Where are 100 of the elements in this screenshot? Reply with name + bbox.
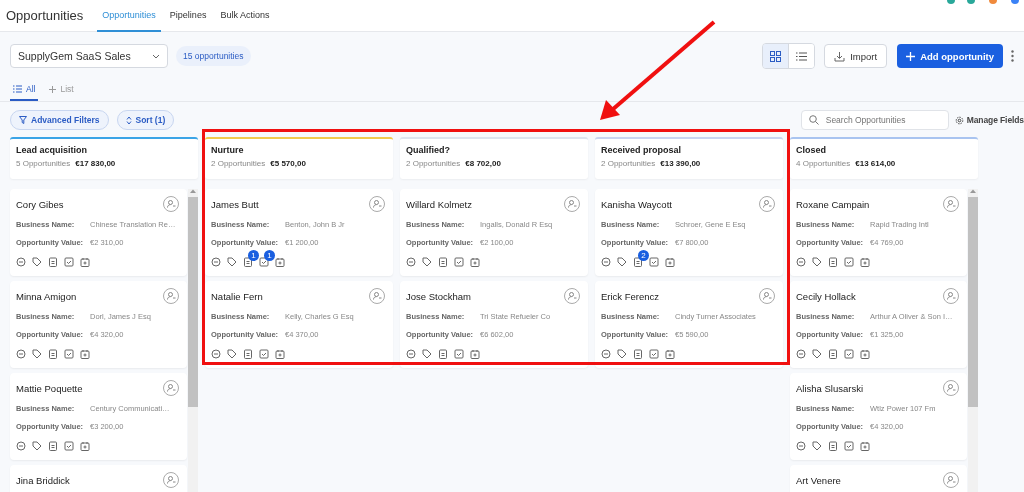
tag-icon[interactable] [617, 349, 627, 359]
stage-title: Lead acquisition [16, 145, 88, 155]
contact-name: Roxane Campain [796, 198, 870, 210]
contact-name: James Butt [211, 198, 259, 210]
tag-icon[interactable] [617, 257, 627, 267]
add-opportunity-button[interactable]: Add opportunity [897, 44, 1003, 68]
stage-title: Received proposal [601, 145, 683, 155]
calendar-icon[interactable] [80, 349, 90, 359]
stage-total: €13 614,00 [855, 159, 896, 168]
tag-icon[interactable] [32, 441, 42, 451]
nav-tab[interactable]: Bulk Actions [215, 0, 275, 32]
chat-bubble-icon[interactable] [16, 349, 26, 359]
opportunity-card[interactable]: Art Venere [790, 465, 967, 492]
contact-name: Erick Ferencz [601, 290, 660, 302]
note-icon[interactable] [243, 349, 253, 359]
contact-name: Jose Stockham [406, 290, 471, 302]
calendar-icon[interactable] [275, 349, 285, 359]
calendar-icon[interactable] [80, 441, 90, 451]
search-field[interactable]: Search Opportunities [800, 110, 949, 130]
checkbox-icon[interactable] [649, 349, 659, 359]
checkbox-icon[interactable] [844, 441, 854, 451]
note-icon[interactable] [48, 349, 58, 359]
chat-bubble-icon[interactable] [16, 257, 26, 267]
stage-count: 2 Opportunities [211, 159, 266, 168]
chat-bubble-icon[interactable] [796, 257, 806, 267]
note-icon[interactable] [438, 349, 448, 359]
more-options-icon[interactable] [1011, 50, 1014, 62]
checkbox-icon[interactable] [259, 349, 269, 359]
scrollbar[interactable] [968, 189, 978, 492]
plus-icon [906, 51, 916, 61]
checkbox-icon[interactable] [649, 257, 659, 267]
contact-name: Minna Amigon [16, 290, 77, 302]
pipeline-dropdown[interactable]: SupplyGem SaaS Sales [10, 44, 168, 68]
list-tab[interactable]: All [10, 79, 39, 101]
checkbox-icon[interactable] [844, 349, 854, 359]
scrollbar[interactable] [188, 189, 198, 492]
nav-tab[interactable]: Opportunities [97, 0, 161, 32]
view-toggle-button[interactable] [763, 44, 789, 68]
contact-name: Jina Briddick [16, 474, 70, 486]
calendar-icon[interactable] [275, 257, 285, 267]
tag-icon[interactable] [812, 257, 822, 267]
calendar-icon[interactable] [470, 349, 480, 359]
chat-bubble-icon[interactable] [406, 257, 416, 267]
chat-bubble-icon[interactable] [406, 349, 416, 359]
note-icon[interactable] [243, 257, 253, 267]
tag-icon[interactable] [32, 349, 42, 359]
chat-bubble-icon[interactable] [211, 349, 221, 359]
calendar-icon[interactable] [665, 257, 675, 267]
nav-tab[interactable]: Pipelines [164, 0, 212, 32]
checkbox-icon[interactable] [64, 441, 74, 451]
calendar-icon[interactable] [470, 257, 480, 267]
checkbox-icon[interactable] [454, 257, 464, 267]
tag-icon[interactable] [812, 441, 822, 451]
checkbox-icon[interactable] [64, 349, 74, 359]
count-badge: 2 [638, 250, 649, 261]
opportunity-card[interactable]: Jina Briddick [10, 465, 187, 492]
checkbox-icon[interactable] [844, 257, 854, 267]
advanced-filters-button[interactable]: Advanced Filters [10, 110, 109, 130]
note-icon[interactable] [633, 257, 643, 267]
stage-count: 2 Opportunities [601, 159, 656, 168]
chat-bubble-icon[interactable] [601, 257, 611, 267]
chat-bubble-icon[interactable] [796, 349, 806, 359]
contact-name: Alisha Slusarski [796, 382, 864, 394]
stage-count: 2 Opportunities [406, 159, 461, 168]
note-icon[interactable] [828, 349, 838, 359]
manage-fields-button[interactable]: Manage Fields [954, 115, 1024, 125]
note-icon[interactable] [633, 349, 643, 359]
view-toggle-button[interactable] [788, 44, 815, 68]
stage-title: Qualified? [406, 145, 451, 155]
sort-button[interactable]: Sort (1) [116, 110, 175, 130]
checkbox-icon[interactable] [454, 349, 464, 359]
caret-up-icon [970, 189, 976, 193]
calendar-icon[interactable] [860, 441, 870, 451]
tag-icon[interactable] [227, 257, 237, 267]
tag-icon[interactable] [422, 349, 432, 359]
chat-bubble-icon[interactable] [796, 441, 806, 451]
calendar-icon[interactable] [665, 349, 675, 359]
checkbox-icon[interactable] [259, 257, 269, 267]
checkbox-icon[interactable] [64, 257, 74, 267]
count-badge: 1 [264, 250, 275, 261]
note-icon[interactable] [828, 257, 838, 267]
note-icon[interactable] [48, 257, 58, 267]
calendar-icon[interactable] [860, 257, 870, 267]
calendar-icon[interactable] [80, 257, 90, 267]
tag-icon[interactable] [422, 257, 432, 267]
chat-bubble-icon[interactable] [16, 441, 26, 451]
import-button[interactable]: Import [824, 44, 888, 68]
chat-bubble-icon[interactable] [601, 349, 611, 359]
stage-title: Closed [796, 145, 827, 155]
stage-title: Nurture [211, 145, 245, 155]
note-icon[interactable] [828, 441, 838, 451]
tag-icon[interactable] [32, 257, 42, 267]
chat-bubble-icon[interactable] [211, 257, 221, 267]
calendar-icon[interactable] [860, 349, 870, 359]
stage-count: 4 Opportunities [796, 159, 851, 168]
note-icon[interactable] [438, 257, 448, 267]
note-icon[interactable] [48, 441, 58, 451]
list-icon [796, 51, 808, 61]
tag-icon[interactable] [227, 349, 237, 359]
tag-icon[interactable] [812, 349, 822, 359]
